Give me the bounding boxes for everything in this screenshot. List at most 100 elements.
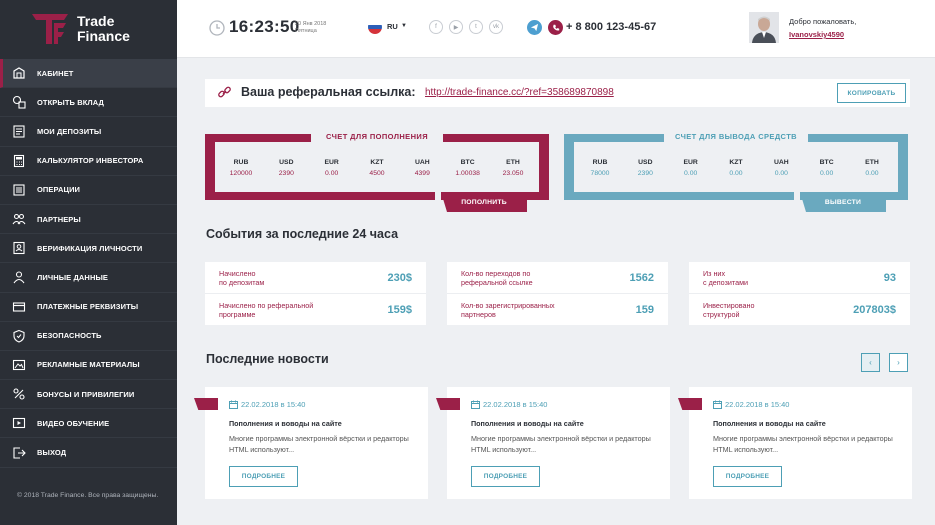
currency-code: KZT — [370, 159, 384, 166]
top-bar: 16:23:50 20 Янв 2018 Пятница RU ▼ f ▶ t … — [177, 0, 935, 58]
sidebar-item-label: ЛИЧНЫЕ ДАННЫЕ — [37, 272, 109, 282]
news-date: 22.02.2018 в 15:40 — [241, 400, 306, 409]
news-more-button[interactable]: ПОДРОБНЕЕ — [471, 466, 540, 487]
verification-icon — [12, 241, 26, 255]
sidebar-item-partners[interactable]: ПАРТНЕРЫ — [0, 205, 177, 235]
sidebar-item-label: ОПЕРАЦИИ — [37, 185, 81, 195]
event-stat-label: Из них с депозитами — [703, 268, 749, 288]
news-more-button[interactable]: ПОДРОБНЕЕ — [229, 466, 298, 487]
sidebar-item-video[interactable]: ВИДЕО ОБУЧЕНИЕ — [0, 409, 177, 439]
currency-value: 2390 — [637, 170, 653, 177]
link-icon — [218, 86, 231, 98]
event-stat-value: 159 — [635, 304, 654, 316]
currency-code: BTC — [819, 159, 834, 166]
telegram-icon[interactable] — [527, 20, 542, 35]
sidebar-item-label: БОНУСЫ И ПРИВИЛЕГИИ — [37, 389, 135, 399]
sidebar-item-calculator[interactable]: КАЛЬКУЛЯТОР ИНВЕСТОРА — [0, 147, 177, 176]
sidebar-item-security[interactable]: БЕЗОПАСНОСТЬ — [0, 322, 177, 351]
currency-code: ETH — [865, 159, 879, 166]
event-stat: Начислено по депозитам 230$ — [219, 265, 412, 291]
calendar-icon — [713, 400, 722, 409]
sidebar-item-verification[interactable]: ВЕРИФИКАЦИЯ ЛИЧНОСТИ — [0, 234, 177, 264]
balance-eth: ETH 23.050 — [491, 159, 535, 177]
current-weekday: Пятница — [295, 28, 317, 34]
event-stat-value: 1562 — [629, 272, 654, 284]
deposit-account-balances: RUB 120000 USD 2390 EUR 0.00 KZT 4500 UAH 4399 BTC… — [219, 159, 535, 177]
balance-eur: EUR 0.00 — [669, 159, 713, 177]
sidebar-item-payment-details[interactable]: ПЛАТЕЖНЫЕ РЕКВИЗИТЫ — [0, 293, 177, 322]
sidebar-item-label: КАБИНЕТ — [37, 68, 74, 78]
copy-button[interactable]: КОПИРОВАТЬ — [837, 83, 906, 103]
currency-value: 0.00 — [865, 170, 879, 177]
calendar-icon — [471, 400, 480, 409]
news-next-button[interactable]: › — [889, 353, 908, 372]
referral-link[interactable]: http://trade-finance.cc/?ref=35868987089… — [425, 87, 614, 98]
youtube-icon[interactable]: ▶ — [449, 20, 463, 34]
username-link[interactable]: Ivanovskiy4590 — [789, 30, 844, 39]
sidebar-item-ad-materials[interactable]: РЕКЛАМНЫЕ МАТЕРИАЛЫ — [0, 351, 177, 381]
event-stat: Кол-во зарегистрированных партнеров 159 — [461, 297, 654, 323]
chevron-down-icon[interactable]: ▼ — [401, 23, 407, 29]
logo-text-line2: Finance — [77, 28, 130, 44]
russia-flag-icon[interactable] — [368, 20, 382, 34]
cabinet-icon — [12, 66, 26, 80]
event-stat-value: 93 — [883, 272, 896, 284]
news-title[interactable]: Пополнения и воводы на сайте — [229, 419, 342, 428]
currency-code: EUR — [683, 159, 698, 166]
current-time: 16:23:50 — [229, 17, 300, 36]
ad-materials-icon — [12, 358, 26, 372]
calculator-icon — [12, 154, 26, 168]
sidebar-item-logout[interactable]: ВЫХОД — [0, 438, 177, 468]
sidebar: Trade Finance КАБИНЕТ ОТКРЫТЬ ВКЛАД МОИ ДЕ… — [0, 0, 177, 525]
referral-panel: Ваша реферальная ссылка: http://trade-fi… — [205, 79, 910, 107]
currency-value: 0.00 — [684, 170, 698, 177]
event-stat-label: Кол-во зарегистрированных партнеров — [461, 300, 555, 320]
currency-value: 2390 — [278, 170, 294, 177]
event-stat: Из них с депозитами 93 — [703, 265, 896, 291]
news-more-button[interactable]: ПОДРОБНЕЕ — [713, 466, 782, 487]
sidebar-item-open-deposit[interactable]: ОТКРЫТЬ ВКЛАД — [0, 88, 177, 118]
event-card: Кол-во переходов по реферальной ссылке 156… — [447, 262, 668, 325]
sidebar-item-personal-data[interactable]: ЛИЧНЫЕ ДАННЫЕ — [0, 263, 177, 293]
logo-text-line1: Trade — [77, 13, 115, 29]
sidebar-item-cabinet[interactable]: КАБИНЕТ — [0, 59, 177, 89]
twitter-icon[interactable]: t — [469, 20, 483, 34]
phone-number[interactable]: + 8 800 123-45-67 — [566, 21, 656, 33]
event-stat-value: 230$ — [387, 272, 412, 284]
currency-value: 78000 — [590, 170, 610, 177]
news-title[interactable]: Пополнения и воводы на сайте — [713, 419, 826, 428]
sidebar-item-deposits[interactable]: МОИ ДЕПОЗИТЫ — [0, 117, 177, 147]
news-prev-button[interactable]: ‹ — [861, 353, 880, 372]
logo[interactable]: Trade Finance — [30, 12, 170, 48]
deposits-icon — [12, 124, 26, 139]
divider — [205, 293, 426, 294]
phone-icon[interactable] — [548, 20, 563, 35]
divider — [447, 293, 668, 294]
sidebar-item-label: БЕЗОПАСНОСТЬ — [37, 331, 102, 341]
deposit-button[interactable]: ПОПОЛНИТЬ — [441, 192, 527, 212]
event-stat-value: 207803$ — [853, 304, 896, 316]
language-selector[interactable]: RU — [387, 22, 398, 31]
news-ribbon — [678, 398, 702, 410]
sidebar-item-operations[interactable]: ОПЕРАЦИИ — [0, 176, 177, 205]
sidebar-item-label: КАЛЬКУЛЯТОР ИНВЕСТОРА — [37, 156, 144, 166]
sidebar-item-bonuses[interactable]: БОНУСЫ И ПРИВИЛЕГИИ — [0, 380, 177, 410]
video-icon — [12, 416, 26, 430]
news-date: 22.02.2018 в 15:40 — [725, 400, 790, 409]
currency-code: KZT — [729, 159, 743, 166]
events-heading: События за последние 24 часа — [206, 227, 399, 241]
partners-icon — [12, 212, 26, 226]
avatar[interactable] — [749, 12, 779, 43]
currency-code: UAH — [414, 159, 430, 166]
tf-logo-icon — [32, 14, 68, 44]
currency-value: 0.00 — [729, 170, 743, 177]
personal-data-icon — [12, 270, 26, 284]
event-card: Из них с депозитами 93 Инвестировано структу… — [689, 262, 910, 325]
news-card: 22.02.2018 в 15:40 Пополнения и воводы на… — [436, 387, 670, 499]
withdraw-button[interactable]: ВЫВЕСТИ — [800, 192, 886, 212]
facebook-icon[interactable]: f — [429, 20, 443, 34]
balance-kzt: KZT 4500 — [355, 159, 399, 177]
news-title[interactable]: Пополнения и воводы на сайте — [471, 419, 584, 428]
vk-icon[interactable]: vk — [489, 20, 503, 34]
logout-icon — [12, 446, 26, 460]
